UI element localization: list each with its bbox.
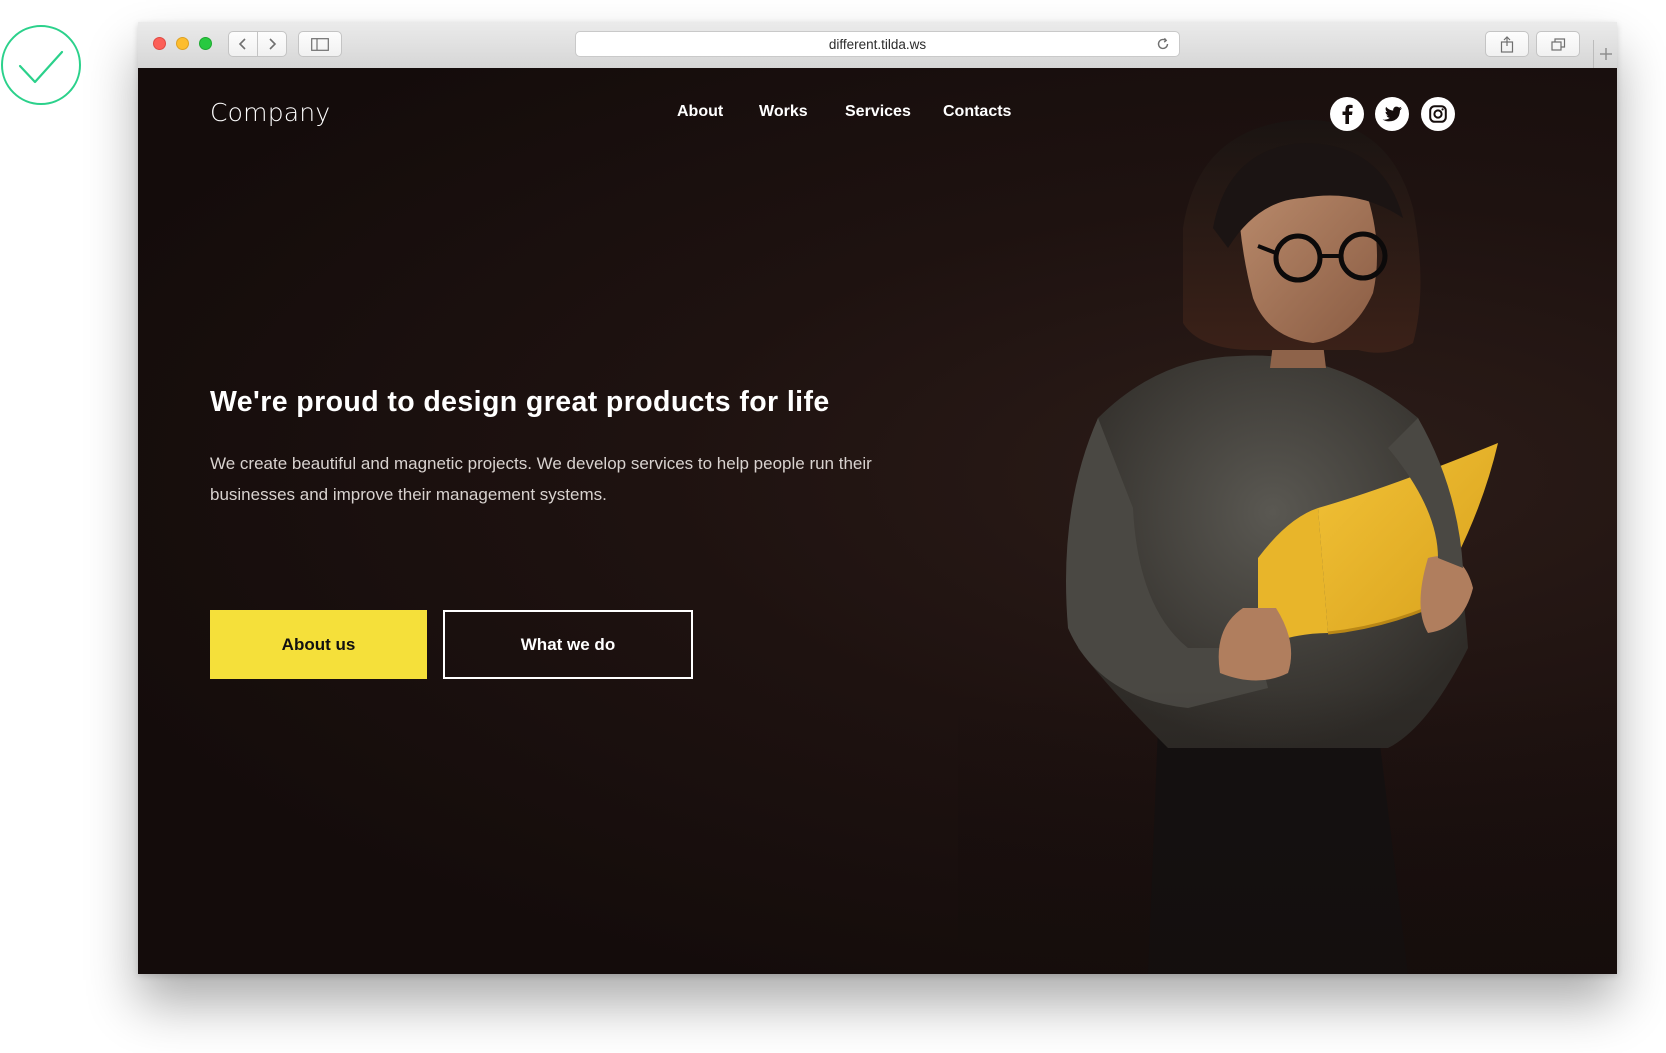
browser-toolbar: different.tilda.ws: [138, 22, 1617, 69]
nav-services[interactable]: Services: [845, 103, 911, 121]
chevron-right-icon: [269, 38, 277, 50]
twitter-glyph: [1382, 106, 1402, 121]
check-circle-icon: [1, 25, 81, 105]
address-bar[interactable]: different.tilda.ws: [575, 31, 1180, 57]
show-tabs-button[interactable]: [1536, 31, 1580, 57]
plus-icon: [1600, 48, 1612, 60]
nav-about[interactable]: About: [677, 103, 723, 121]
share-icon: [1500, 35, 1514, 53]
tabs-icon: [1550, 37, 1565, 51]
facebook-icon[interactable]: [1330, 97, 1364, 131]
reload-icon[interactable]: [1154, 35, 1172, 53]
instagram-glyph: [1429, 105, 1447, 123]
hero-headline: We're proud to design great products for…: [210, 386, 830, 418]
close-window-button[interactable]: [153, 37, 166, 50]
nav-works[interactable]: Works: [759, 103, 808, 121]
new-tab-button[interactable]: [1593, 40, 1617, 68]
site-logo[interactable]: Company: [210, 98, 330, 127]
about-us-button[interactable]: About us: [210, 610, 427, 679]
hero-subtext: We create beautiful and magnetic project…: [210, 454, 872, 504]
url-text: different.tilda.ws: [828, 36, 927, 52]
stage: different.tilda.ws Company About Works S…: [0, 0, 1666, 1053]
forward-button[interactable]: [257, 31, 287, 57]
sidebar-icon: [311, 37, 329, 51]
sidebar-toggle-button[interactable]: [298, 31, 342, 57]
hero-photo: [958, 119, 1617, 974]
zoom-window-button[interactable]: [199, 37, 212, 50]
share-button[interactable]: [1485, 31, 1529, 57]
minimize-window-button[interactable]: [176, 37, 189, 50]
facebook-glyph: [1342, 104, 1353, 124]
twitter-icon[interactable]: [1375, 97, 1409, 131]
chevron-left-icon: [238, 38, 246, 50]
hero-section: Company About Works Services Contacts We…: [138, 68, 1617, 974]
nav-contacts[interactable]: Contacts: [943, 103, 1011, 121]
instagram-icon[interactable]: [1421, 97, 1455, 131]
browser-window: different.tilda.ws Company About Works S…: [138, 22, 1617, 974]
what-we-do-button[interactable]: What we do: [443, 610, 693, 679]
back-button[interactable]: [228, 31, 258, 57]
